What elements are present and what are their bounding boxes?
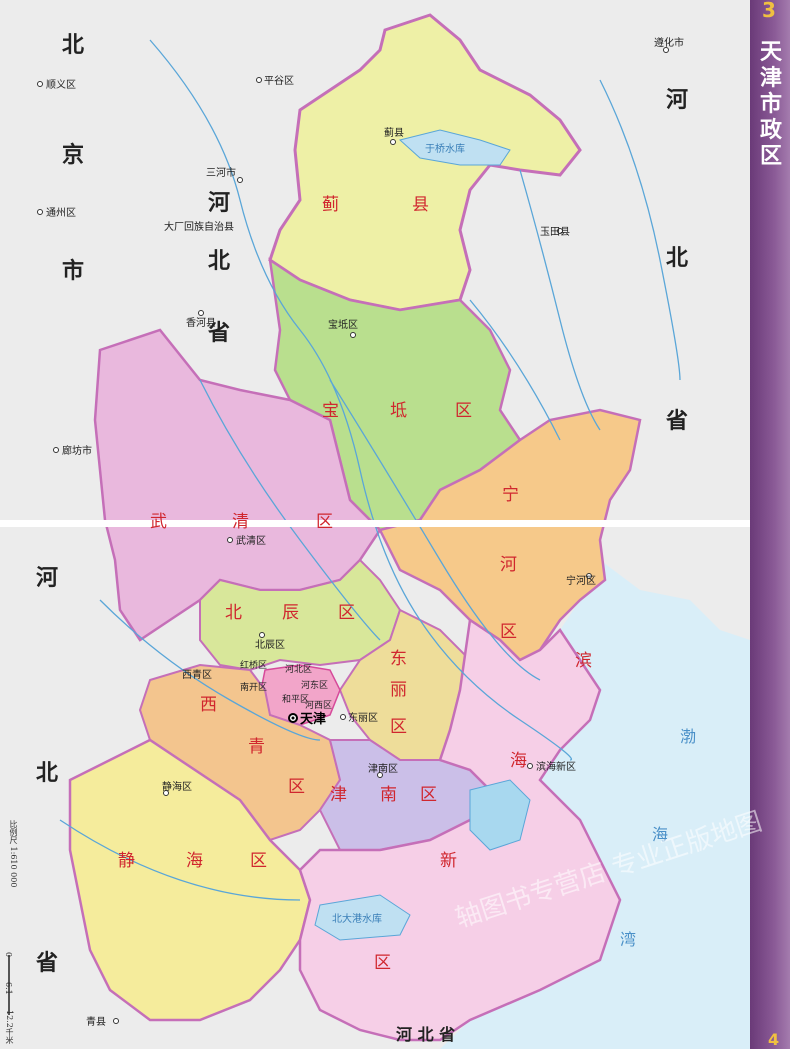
district-binhai-3: 新 (440, 851, 457, 871)
district-jinghai-1: 静 (118, 851, 135, 871)
page-fold (0, 520, 750, 527)
label-beijing-1: 北 (62, 33, 84, 58)
label-hebei-top-3: 省 (665, 409, 688, 434)
place-jinnan-seat: 津南区 (368, 762, 398, 775)
scale-note: 比例尺 1:610 000 (9, 820, 18, 888)
place-jixian-seat: 蓟县 (384, 126, 404, 139)
label-beijing-2: 京 (62, 142, 84, 168)
district-binhai-2: 海 (510, 751, 527, 771)
district-binhai-1: 滨 (575, 651, 592, 671)
label-bohai-1: 渤 (680, 727, 696, 746)
tianjin-capital-dot (291, 716, 295, 720)
district-binhai-4: 区 (374, 953, 391, 973)
place-xiqing-seat: 西青区 (182, 668, 212, 681)
district-beichen-1: 北 (225, 603, 242, 623)
label-hebei-top-2: 北 (666, 246, 688, 271)
page-number-bottom: 4 (768, 1030, 780, 1049)
scale-tick-2: 12.2千米 (5, 1010, 14, 1044)
place-nankai: 南开区 (240, 681, 267, 693)
place-beichen-seat: 北辰区 (255, 639, 285, 651)
district-dongli-1: 东 (390, 649, 407, 669)
place-langfang: 廊坊市 (62, 444, 92, 457)
place-baodi-seat: 宝坻区 (328, 318, 358, 331)
label-yuqiao-reservoir: 于桥水库 (425, 142, 465, 155)
district-ninghe-1: 宁 (502, 485, 519, 505)
label-hebei-mid-1: 河 (208, 191, 230, 216)
place-sanhe: 三河市 (206, 166, 236, 179)
scale-tick-0: 0 (4, 952, 13, 958)
district-jinghai-2: 海 (186, 851, 203, 871)
district-xiqing-2: 青 (248, 737, 265, 757)
place-jinghai-seat: 静海区 (162, 780, 192, 793)
district-baodi-3: 区 (455, 401, 472, 421)
district-xiqing-3: 区 (288, 777, 305, 797)
place-hexi: 河西区 (305, 699, 332, 711)
place-hebei-district: 河北区 (285, 663, 312, 675)
place-pinggu: 平谷区 (264, 75, 294, 87)
label-beidagang-reservoir: 北大港水库 (332, 912, 382, 925)
place-yutian: 玉田县 (540, 226, 570, 238)
district-wuqing-3: 区 (316, 512, 333, 532)
district-dongli-3: 区 (390, 717, 407, 737)
place-shunyi: 顺义区 (46, 79, 76, 91)
district-ninghe-2: 河 (500, 555, 517, 575)
place-wuqing-seat: 武清区 (236, 534, 266, 547)
place-binhai-seat: 滨海新区 (536, 760, 576, 773)
place-zunhua: 遵化市 (654, 36, 684, 49)
place-hedong: 河东区 (301, 679, 328, 691)
district-ninghe-3: 区 (500, 622, 517, 642)
place-tongzhou: 通州区 (46, 207, 76, 219)
district-beichen-2: 辰 (282, 603, 299, 623)
district-baodi-1: 宝 (322, 401, 339, 421)
label-hebei-left-2: 北 (36, 761, 58, 786)
district-jixian-1: 蓟 (322, 195, 339, 215)
scale-tick-1: 6.1 (4, 982, 13, 995)
district-jinghai-3: 区 (250, 851, 267, 871)
district-dongli-2: 丽 (390, 680, 407, 700)
page-number-top: 3 (762, 0, 776, 22)
label-beijing-3: 市 (62, 258, 84, 284)
place-xianghe: 香河县 (186, 317, 216, 329)
place-dachang: 大厂回族自治县 (164, 220, 234, 233)
label-hebei-mid-2: 北 (208, 249, 230, 274)
district-jinnan-3: 区 (420, 785, 437, 805)
district-xiqing-1: 西 (200, 695, 217, 715)
place-hongqiao: 红桥区 (240, 659, 267, 671)
label-hebei-bottom: 河 北 省 (396, 1025, 455, 1044)
district-beichen-3: 区 (338, 603, 355, 623)
page-side-title: 天津市政区 (759, 40, 782, 169)
district-jixian-2: 县 (412, 195, 429, 215)
district-wuqing-2: 清 (232, 512, 249, 532)
tianjin-map: 北 京 市 河 北 省 河 北 省 河 北 省 河 北 省 蓟 县 宝 坻 区 … (0, 0, 750, 1049)
district-jinnan-2: 南 (380, 785, 397, 805)
label-hebei-top-1: 河 (666, 88, 688, 113)
place-qingxian: 青县 (86, 1015, 106, 1028)
district-baodi-2: 坻 (390, 401, 407, 421)
district-jinnan-1: 津 (330, 785, 347, 805)
place-ninghe-seat: 宁河区 (566, 574, 596, 587)
district-wuqing-1: 武 (150, 512, 167, 532)
place-dongli-seat: 东丽区 (348, 711, 378, 724)
label-bohai-3: 湾 (620, 930, 636, 949)
label-hebei-left-1: 河 (36, 566, 58, 591)
place-tianjin: 天津 (300, 711, 326, 727)
label-hebei-left-3: 省 (35, 951, 58, 976)
